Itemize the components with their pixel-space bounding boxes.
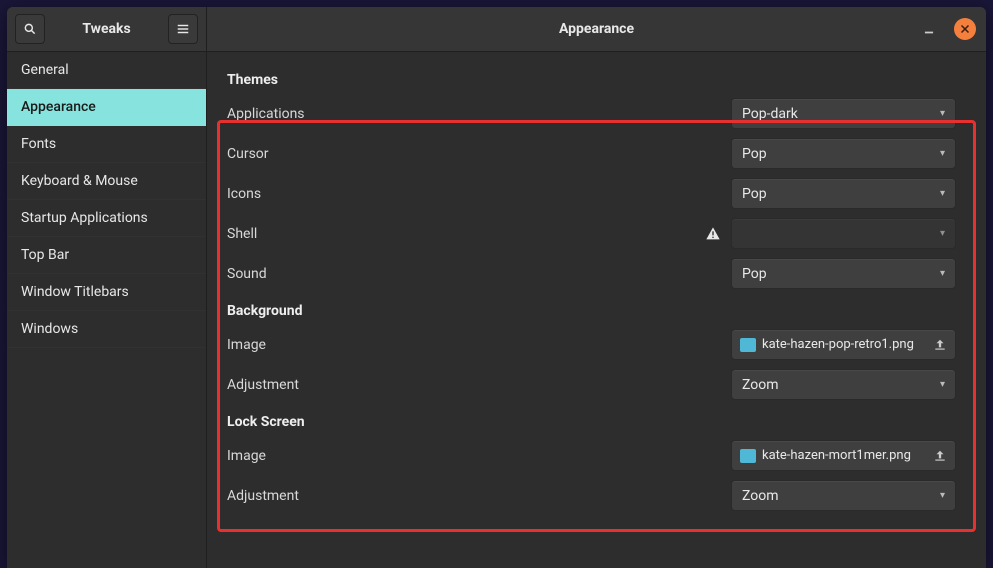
upload-icon bbox=[933, 449, 947, 463]
sidebar-item-window-titlebars[interactable]: Window Titlebars bbox=[7, 274, 206, 311]
chevron-down-icon: ▾ bbox=[940, 108, 945, 119]
label-bg-image: Image bbox=[227, 337, 731, 353]
row-sound: Sound Pop ▾ bbox=[227, 258, 956, 289]
label-bg-adjustment: Adjustment bbox=[227, 377, 731, 393]
label-ls-adjustment: Adjustment bbox=[227, 488, 731, 504]
background-adjustment-dropdown[interactable]: Zoom ▾ bbox=[731, 369, 956, 400]
label-ls-image: Image bbox=[227, 448, 731, 464]
chevron-down-icon: ▾ bbox=[940, 379, 945, 390]
minimize-icon bbox=[922, 22, 936, 36]
warning-icon bbox=[705, 226, 721, 242]
sidebar-item-label: Top Bar bbox=[21, 247, 69, 263]
row-bg-adjustment: Adjustment Zoom ▾ bbox=[227, 369, 956, 400]
sidebar: General Appearance Fonts Keyboard & Mous… bbox=[7, 52, 207, 568]
sidebar-item-label: Startup Applications bbox=[21, 210, 148, 226]
sidebar-item-fonts[interactable]: Fonts bbox=[7, 126, 206, 163]
upload-icon bbox=[933, 338, 947, 352]
row-ls-adjustment: Adjustment Zoom ▾ bbox=[227, 480, 956, 511]
chevron-down-icon: ▾ bbox=[940, 188, 945, 199]
appearance-settings: Themes Applications Pop-dark ▾ Cursor Po… bbox=[207, 52, 986, 540]
app-title: Tweaks bbox=[51, 21, 162, 37]
body: General Appearance Fonts Keyboard & Mous… bbox=[7, 52, 986, 568]
background-image-chooser[interactable]: kate-hazen-pop-retro1.png bbox=[731, 329, 956, 360]
shell-dropdown: ▾ bbox=[731, 218, 956, 249]
dropdown-value: Zoom bbox=[742, 488, 940, 504]
sidebar-item-startup-applications[interactable]: Startup Applications bbox=[7, 200, 206, 237]
image-thumbnail-icon bbox=[740, 449, 756, 463]
row-shell: Shell ▾ bbox=[227, 218, 956, 249]
close-icon bbox=[959, 23, 971, 35]
close-button[interactable] bbox=[954, 18, 976, 40]
background-heading: Background bbox=[227, 303, 956, 319]
row-icons: Icons Pop ▾ bbox=[227, 178, 956, 209]
sidebar-item-label: Window Titlebars bbox=[21, 284, 129, 300]
sidebar-item-label: Keyboard & Mouse bbox=[21, 173, 138, 189]
lockscreen-adjustment-dropdown[interactable]: Zoom ▾ bbox=[731, 480, 956, 511]
page-title: Appearance bbox=[559, 21, 634, 37]
lockscreen-heading: Lock Screen bbox=[227, 414, 956, 430]
sidebar-item-label: Fonts bbox=[21, 136, 56, 152]
row-ls-image: Image kate-hazen-mort1mer.png bbox=[227, 440, 956, 471]
minimize-button[interactable] bbox=[918, 18, 940, 40]
dropdown-value: Pop-dark bbox=[742, 106, 940, 122]
row-bg-image: Image kate-hazen-pop-retro1.png bbox=[227, 329, 956, 360]
applications-dropdown[interactable]: Pop-dark ▾ bbox=[731, 98, 956, 129]
label-cursor: Cursor bbox=[227, 146, 731, 162]
icons-dropdown[interactable]: Pop ▾ bbox=[731, 178, 956, 209]
label-applications: Applications bbox=[227, 106, 731, 122]
lockscreen-image-chooser[interactable]: kate-hazen-mort1mer.png bbox=[731, 440, 956, 471]
search-button[interactable] bbox=[15, 14, 45, 44]
sidebar-item-label: Appearance bbox=[21, 99, 96, 115]
sidebar-item-label: General bbox=[21, 62, 69, 78]
row-applications: Applications Pop-dark ▾ bbox=[227, 98, 956, 129]
themes-heading: Themes bbox=[227, 72, 956, 88]
hamburger-icon bbox=[176, 22, 190, 36]
chevron-down-icon: ▾ bbox=[940, 228, 945, 239]
dropdown-value: Pop bbox=[742, 186, 940, 202]
label-shell: Shell bbox=[227, 226, 705, 242]
titlebar-left: Tweaks bbox=[7, 7, 207, 51]
label-sound: Sound bbox=[227, 266, 731, 282]
search-icon bbox=[23, 22, 37, 36]
file-name: kate-hazen-mort1mer.png bbox=[762, 448, 927, 463]
sidebar-item-keyboard-mouse[interactable]: Keyboard & Mouse bbox=[7, 163, 206, 200]
sidebar-item-appearance[interactable]: Appearance bbox=[7, 89, 206, 126]
sound-dropdown[interactable]: Pop ▾ bbox=[731, 258, 956, 289]
file-name: kate-hazen-pop-retro1.png bbox=[762, 337, 927, 352]
menu-button[interactable] bbox=[168, 14, 198, 44]
label-icons: Icons bbox=[227, 186, 731, 202]
cursor-dropdown[interactable]: Pop ▾ bbox=[731, 138, 956, 169]
sidebar-item-windows[interactable]: Windows bbox=[7, 311, 206, 348]
dropdown-value: Zoom bbox=[742, 377, 940, 393]
tweaks-window: Tweaks Appearance General Appearance Fon… bbox=[7, 7, 986, 568]
titlebar: Tweaks Appearance bbox=[7, 7, 986, 52]
dropdown-value: Pop bbox=[742, 146, 940, 162]
content-pane: Themes Applications Pop-dark ▾ Cursor Po… bbox=[207, 52, 986, 568]
sidebar-item-general[interactable]: General bbox=[7, 52, 206, 89]
chevron-down-icon: ▾ bbox=[940, 148, 945, 159]
titlebar-right: Appearance bbox=[207, 7, 986, 51]
chevron-down-icon: ▾ bbox=[940, 268, 945, 279]
dropdown-value: Pop bbox=[742, 266, 940, 282]
image-thumbnail-icon bbox=[740, 338, 756, 352]
chevron-down-icon: ▾ bbox=[940, 490, 945, 501]
sidebar-item-label: Windows bbox=[21, 321, 78, 337]
row-cursor: Cursor Pop ▾ bbox=[227, 138, 956, 169]
sidebar-item-top-bar[interactable]: Top Bar bbox=[7, 237, 206, 274]
window-controls bbox=[918, 18, 976, 40]
